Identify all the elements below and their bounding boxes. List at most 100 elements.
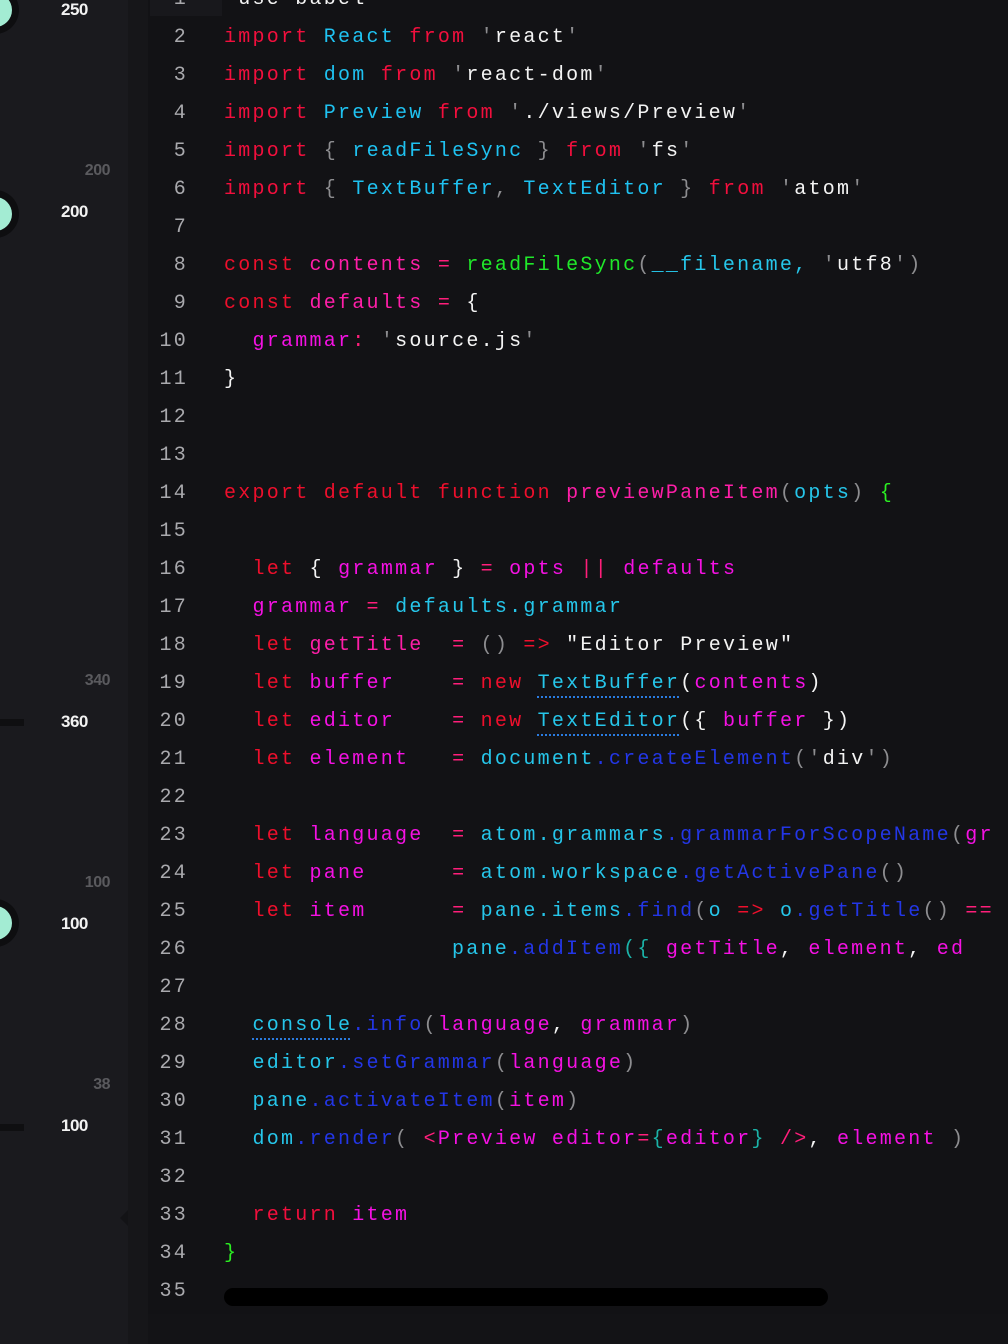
- horizontal-scrollbar[interactable]: [224, 1288, 828, 1306]
- code-token: let: [252, 900, 296, 923]
- code-line[interactable]: 20 let editor = new TextEditor({ buffer …: [148, 703, 1008, 741]
- code-line[interactable]: 10 grammar: 'source.js': [148, 323, 1008, 361]
- code-token: (: [694, 900, 709, 923]
- code-token: ': [452, 64, 467, 87]
- code-lines[interactable]: 1'use babel'2import React from 'react'3i…: [148, 0, 1008, 1311]
- code-line[interactable]: 3 import dom from 'react-dom': [148, 57, 1008, 95]
- line-number: 2: [173, 26, 188, 49]
- code-token: =: [452, 748, 467, 771]
- code-line[interactable]: 13: [148, 437, 1008, 475]
- code-line[interactable]: 25 let item = pane.items.find(o => o.get…: [148, 893, 1008, 931]
- code-token: (: [494, 1090, 510, 1113]
- line-number: 12: [159, 406, 188, 429]
- slider-knob-2[interactable]: [0, 197, 12, 231]
- code-token: buffer: [722, 710, 809, 733]
- line-number: 18: [159, 634, 188, 657]
- code-token: atom.grammars: [480, 824, 666, 847]
- code-token: function: [437, 482, 552, 505]
- code-token: ): [808, 672, 823, 695]
- code-token: opts: [794, 482, 852, 505]
- code-line[interactable]: 22: [148, 779, 1008, 817]
- code-line[interactable]: 24 let pane = atom.workspace.getActivePa…: [148, 855, 1008, 893]
- code-line[interactable]: 30 pane.activateItem(item): [148, 1083, 1008, 1121]
- code-line[interactable]: 29 editor.setGrammar(language): [148, 1045, 1008, 1083]
- code-token: }: [452, 558, 467, 581]
- slider-knob-1[interactable]: [0, 0, 12, 27]
- code-line[interactable]: 5 import { readFileSync } from 'fs': [148, 133, 1008, 171]
- code-line[interactable]: 4 import Preview from './views/Preview': [148, 95, 1008, 133]
- code-token: =>: [523, 634, 552, 657]
- slider-hint-5: 38: [93, 1076, 110, 1093]
- code-token: item: [509, 1090, 567, 1113]
- code-token: ==: [965, 900, 994, 923]
- code-line[interactable]: 28 console.info(language, grammar): [148, 1007, 1008, 1045]
- line-number: 1: [148, 0, 188, 19]
- slider-knob-4[interactable]: [0, 906, 12, 940]
- code-line[interactable]: 16 let { grammar } = opts || defaults: [148, 551, 1008, 589]
- code-token: <: [423, 1128, 438, 1151]
- code-line[interactable]: 8 const contents = readFileSync(__filenam…: [148, 247, 1008, 285]
- code-token: ': [779, 178, 795, 201]
- code-line[interactable]: 1 'use babel': [148, 0, 1008, 19]
- code-line[interactable]: 26 pane.addItem({ getTitle, element, ed: [148, 931, 1008, 969]
- code-token: pane: [252, 1090, 310, 1113]
- code-token: (: [794, 748, 809, 771]
- code-token: .info: [352, 1014, 424, 1037]
- code-line[interactable]: 21 let element = document.createElement(…: [148, 741, 1008, 779]
- line-number: 13: [159, 444, 188, 467]
- code-line[interactable]: 15: [148, 513, 1008, 551]
- code-line[interactable]: 19 let buffer = new TextBuffer(contents): [148, 665, 1008, 703]
- code-line[interactable]: 18 let getTitle = () => "Editor Preview": [148, 627, 1008, 665]
- code-token: o: [779, 900, 795, 923]
- line-code: let language = atom.grammars.grammarForS…: [224, 817, 994, 855]
- code-line[interactable]: 2 import React from 'react': [148, 19, 1008, 57]
- code-token: previewPaneItem: [566, 482, 780, 505]
- code-line[interactable]: 7: [148, 209, 1008, 247]
- code-token: from: [437, 102, 495, 125]
- code-line[interactable]: 33 return item: [148, 1197, 1008, 1235]
- slider-track-5[interactable]: [0, 1124, 24, 1131]
- code-token: (: [423, 1014, 438, 1037]
- code-token: export: [224, 482, 310, 505]
- code-token: const: [224, 292, 296, 315]
- code-line[interactable]: 9 const defaults = {: [148, 285, 1008, 323]
- code-line[interactable]: 11}: [148, 361, 1008, 399]
- code-token: .grammarForScopeName: [665, 824, 951, 847]
- code-line[interactable]: 12: [148, 399, 1008, 437]
- code-line[interactable]: 34}: [148, 1235, 1008, 1273]
- code-line[interactable]: 27: [148, 969, 1008, 1007]
- line-number: 24: [159, 862, 188, 885]
- code-line[interactable]: 31 dom.render( <Preview editor={editor} …: [148, 1121, 1008, 1159]
- line-code: let { grammar } = opts || defaults: [224, 551, 737, 589]
- line-number: 31: [159, 1128, 188, 1151]
- code-token: contents: [694, 672, 809, 695]
- code-token: let: [252, 862, 296, 885]
- code-token: .getTitle: [794, 900, 923, 923]
- code-token: {: [309, 558, 324, 581]
- code-line[interactable]: 6 import { TextBuffer, TextEditor } from …: [148, 171, 1008, 209]
- line-code: import { readFileSync } from 'fs': [224, 133, 694, 171]
- slider-track-3[interactable]: [0, 719, 24, 726]
- slider-value-1: 250: [61, 0, 88, 19]
- code-line[interactable]: 32: [148, 1159, 1008, 1197]
- code-line[interactable]: 17 grammar = defaults.grammar: [148, 589, 1008, 627]
- code-token: ': [224, 0, 238, 11]
- code-token: ': [893, 254, 909, 277]
- code-line[interactable]: 14 export default function previewPaneIte…: [148, 475, 1008, 513]
- code-line[interactable]: 23 let language = atom.grammars.grammarF…: [148, 817, 1008, 855]
- code-token: =: [452, 672, 467, 695]
- code-token: .find: [623, 900, 695, 923]
